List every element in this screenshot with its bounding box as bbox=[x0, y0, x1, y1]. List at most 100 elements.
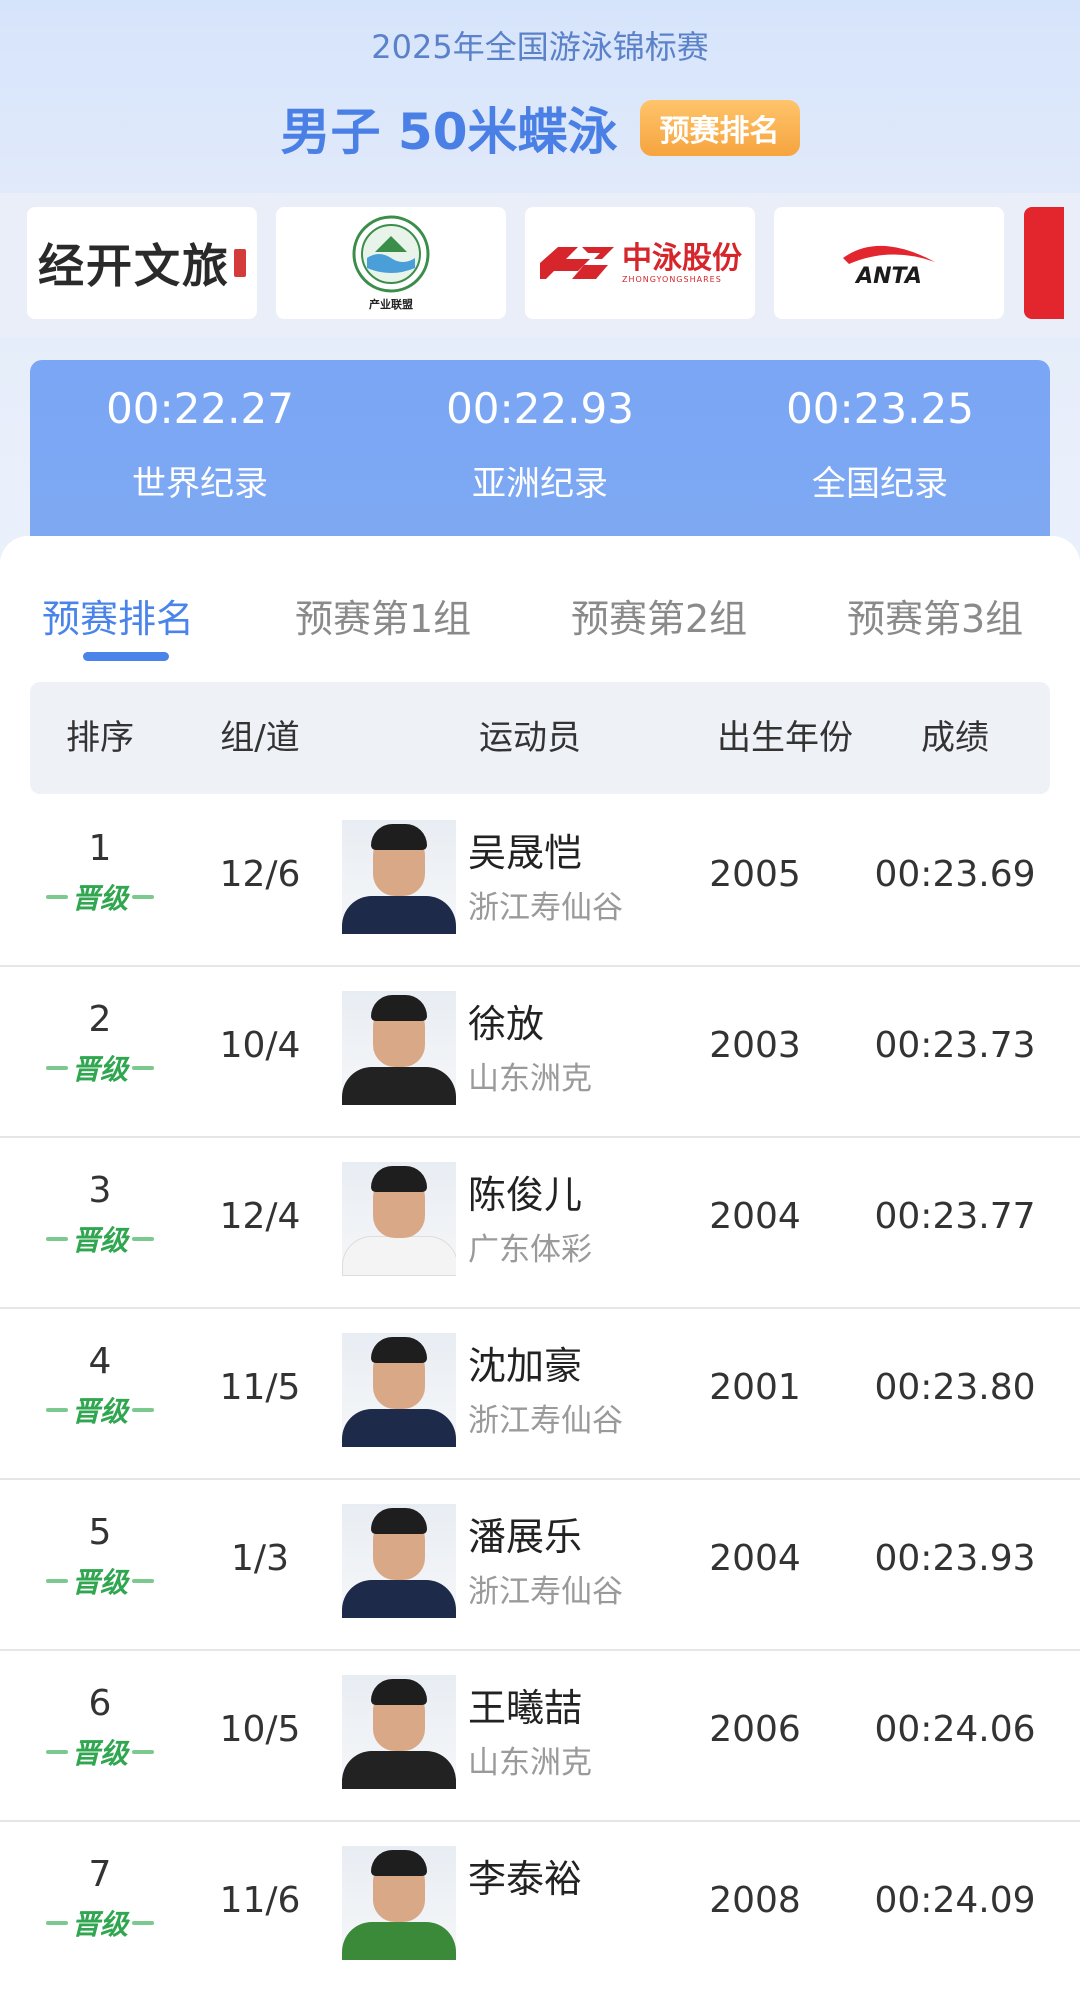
table-row[interactable]: 7 晋级 11/6 李泰裕 2008 00:24.09 bbox=[0, 1820, 1080, 1991]
birth-year: 2008 bbox=[709, 1880, 801, 1921]
record-national: 00:23.25 全国纪录 bbox=[710, 384, 1050, 505]
tab-heat-1[interactable]: 预赛第1组 bbox=[295, 588, 471, 643]
sponsor-name: 产业联盟 bbox=[369, 298, 413, 311]
page-title: 男子 50米蝶泳 bbox=[280, 103, 618, 161]
athlete-name: 徐放 bbox=[468, 1002, 545, 1046]
qualified-label: 晋级 bbox=[71, 1224, 128, 1257]
qualified-badge: 晋级 bbox=[42, 1906, 158, 1941]
athlete-photo bbox=[342, 820, 456, 934]
qualified-label: 晋级 bbox=[71, 1908, 128, 1941]
qualified-label: 晋级 bbox=[71, 1395, 128, 1428]
qualified-label: 晋级 bbox=[71, 1566, 128, 1599]
athlete-team: 浙江寿仙谷 bbox=[468, 1403, 623, 1439]
athlete-team: 浙江寿仙谷 bbox=[468, 1574, 623, 1610]
record-asia: 00:22.93 亚洲纪录 bbox=[370, 384, 710, 505]
athlete-name: 沈加豪 bbox=[468, 1344, 583, 1388]
rank: 4 bbox=[88, 1341, 112, 1382]
qualified-label: 晋级 bbox=[71, 882, 128, 915]
rank: 2 bbox=[88, 999, 112, 1040]
sponsor-strip[interactable]: 经开文旅 产业联盟 中泳股份 ZHONGYONGSHARES ANTA bbox=[0, 193, 1080, 337]
heat-lane: 10/4 bbox=[219, 1025, 301, 1066]
tab-heat-3[interactable]: 预赛第3组 bbox=[847, 588, 1023, 643]
birth-year: 2005 bbox=[709, 854, 801, 895]
athlete-name: 吴晟恺 bbox=[468, 831, 583, 875]
record-label: 世界纪录 bbox=[132, 464, 268, 504]
sponsor-jingkai[interactable]: 经开文旅 bbox=[27, 207, 257, 319]
athlete-team: 广东体彩 bbox=[468, 1232, 592, 1268]
tab-heats-ranking[interactable]: 预赛排名 bbox=[42, 588, 194, 643]
heat-lane: 12/4 bbox=[219, 1196, 301, 1237]
results-panel: 预赛排名 预赛第1组 预赛第2组 预赛第3组 排序 组/道 运动员 出生年份 成… bbox=[0, 536, 1080, 1987]
athlete-photo bbox=[342, 1333, 456, 1447]
birth-year: 2001 bbox=[709, 1367, 801, 1408]
sponsor-subname: ZHONGYONGSHARES bbox=[622, 274, 722, 284]
qualified-badge: 晋级 bbox=[42, 1393, 158, 1428]
qualified-label: 晋级 bbox=[71, 1737, 128, 1770]
record-time: 00:23.25 bbox=[786, 384, 974, 433]
sponsor-anta[interactable]: ANTA bbox=[774, 207, 1004, 319]
sponsor-alliance[interactable]: 产业联盟 bbox=[276, 207, 506, 319]
table-row[interactable]: 1 晋级 12/6 吴晟恺 浙江寿仙谷 2005 00:23.69 bbox=[0, 794, 1080, 967]
sponsor-zhongyong[interactable]: 中泳股份 ZHONGYONGSHARES bbox=[525, 207, 755, 319]
score: 00:23.69 bbox=[874, 854, 1036, 895]
athlete-team: 浙江寿仙谷 bbox=[468, 890, 623, 926]
table-header: 排序 组/道 运动员 出生年份 成绩 bbox=[30, 682, 1050, 794]
table-row[interactable]: 4 晋级 11/5 沈加豪 浙江寿仙谷 2001 00:23.80 bbox=[0, 1307, 1080, 1480]
header-athlete: 运动员 bbox=[479, 718, 581, 758]
birth-year: 2003 bbox=[709, 1025, 801, 1066]
rank: 7 bbox=[88, 1854, 112, 1895]
stage-tag: 预赛排名 bbox=[639, 100, 800, 156]
score: 00:24.09 bbox=[874, 1880, 1036, 1921]
athlete-team: 山东洲克 bbox=[468, 1745, 592, 1781]
alliance-emblem-icon bbox=[352, 215, 430, 293]
athlete-photo bbox=[342, 1162, 456, 1276]
birth-year: 2004 bbox=[709, 1196, 801, 1237]
table-row[interactable]: 2 晋级 10/4 徐放 山东洲克 2003 00:23.73 bbox=[0, 965, 1080, 1138]
heat-lane: 1/3 bbox=[231, 1538, 289, 1579]
athlete-photo bbox=[342, 1675, 456, 1789]
qualified-badge: 晋级 bbox=[42, 880, 158, 915]
qualified-badge: 晋级 bbox=[42, 1051, 158, 1086]
rank: 6 bbox=[88, 1683, 112, 1724]
tab-heat-2[interactable]: 预赛第2组 bbox=[571, 588, 747, 643]
header-rank: 排序 bbox=[66, 718, 134, 758]
qualified-label: 晋级 bbox=[71, 1053, 128, 1086]
qualified-badge: 晋级 bbox=[42, 1222, 158, 1257]
record-world: 00:22.27 世界纪录 bbox=[30, 384, 370, 505]
rank: 3 bbox=[88, 1170, 112, 1211]
tab-indicator bbox=[83, 652, 169, 661]
qualified-badge: 晋级 bbox=[42, 1564, 158, 1599]
score: 00:23.77 bbox=[874, 1196, 1036, 1237]
score: 00:23.93 bbox=[874, 1538, 1036, 1579]
birth-year: 2006 bbox=[709, 1709, 801, 1750]
records-panel: 00:22.27 世界纪录 00:22.93 亚洲纪录 00:23.25 全国纪… bbox=[30, 360, 1050, 536]
event-name: 2025年全国游泳锦标赛 bbox=[371, 28, 709, 66]
athlete-name: 陈俊儿 bbox=[468, 1173, 583, 1217]
athlete-photo bbox=[342, 1504, 456, 1618]
athlete-name: 王曦喆 bbox=[468, 1686, 583, 1730]
record-time: 00:22.27 bbox=[106, 384, 294, 433]
zhongyong-logo-icon bbox=[540, 247, 614, 279]
table-row[interactable]: 6 晋级 10/5 王曦喆 山东洲克 2006 00:24.06 bbox=[0, 1649, 1080, 1822]
heat-lane: 11/5 bbox=[219, 1367, 301, 1408]
rank: 5 bbox=[88, 1512, 112, 1553]
record-label: 亚洲纪录 bbox=[472, 464, 608, 504]
sponsor-name: 中泳股份 bbox=[622, 240, 742, 276]
athlete-name: 潘展乐 bbox=[468, 1515, 583, 1559]
score: 00:23.80 bbox=[874, 1367, 1036, 1408]
athlete-photo bbox=[342, 991, 456, 1105]
header-lane: 组/道 bbox=[220, 718, 300, 758]
birth-year: 2004 bbox=[709, 1538, 801, 1579]
heat-lane: 12/6 bbox=[219, 854, 301, 895]
record-time: 00:22.93 bbox=[446, 384, 634, 433]
sponsor-next-card[interactable] bbox=[1024, 207, 1064, 319]
table-row[interactable]: 3 晋级 12/4 陈俊儿 广东体彩 2004 00:23.77 bbox=[0, 1136, 1080, 1309]
score: 00:23.73 bbox=[874, 1025, 1036, 1066]
athlete-photo bbox=[342, 1846, 456, 1960]
title-row: 男子 50米蝶泳 预赛排名 bbox=[0, 92, 1080, 164]
athlete-team: 山东洲克 bbox=[468, 1061, 592, 1097]
athlete-name: 李泰裕 bbox=[468, 1857, 583, 1901]
rank: 1 bbox=[88, 828, 112, 869]
header-score: 成绩 bbox=[921, 718, 989, 758]
table-row[interactable]: 5 晋级 1/3 潘展乐 浙江寿仙谷 2004 00:23.93 bbox=[0, 1478, 1080, 1651]
